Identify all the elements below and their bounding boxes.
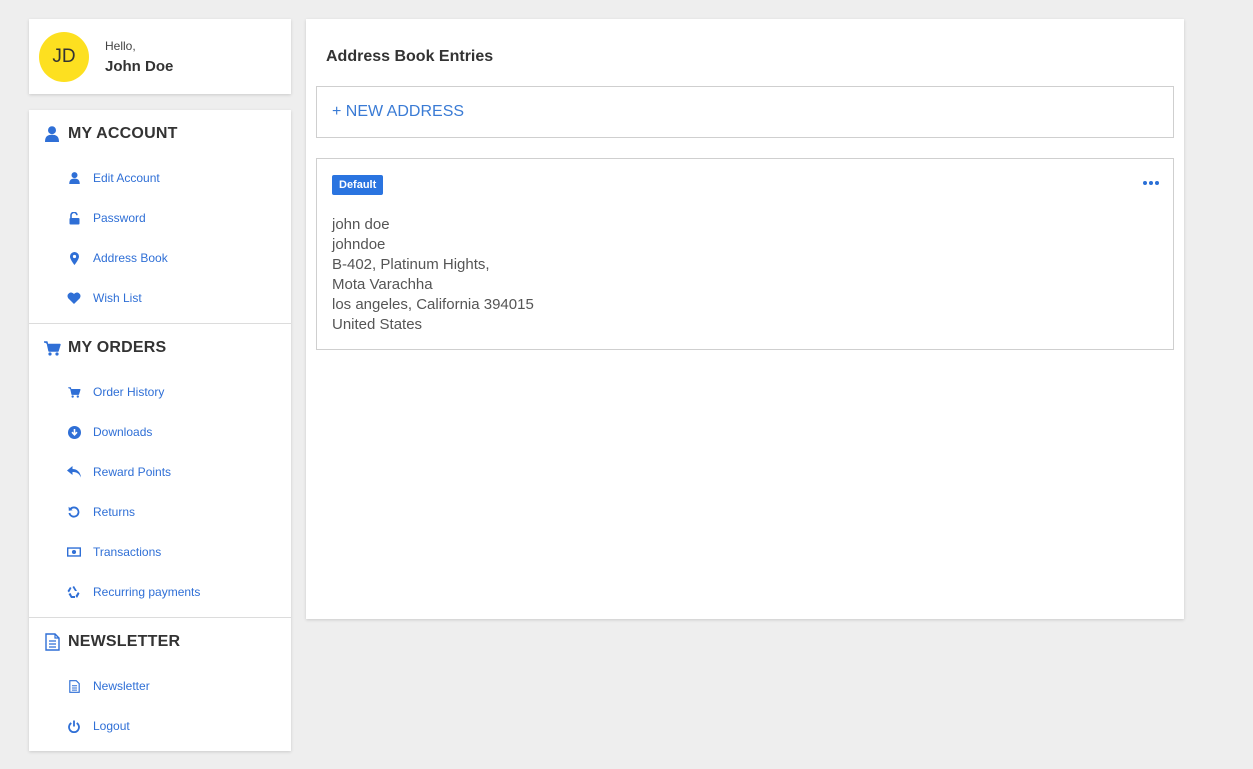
address-lines: john doe johndoe B-402, Platinum Hights,… (332, 215, 534, 335)
section-my-account: MY ACCOUNT Edit Account Password Address… (29, 110, 291, 324)
sidebar-item-label: Edit Account (93, 171, 160, 185)
page-title: Address Book Entries (326, 48, 494, 65)
address-line: Mota Varachha (332, 276, 433, 293)
sidebar-item-reward-points[interactable]: Reward Points (29, 452, 291, 492)
sidebar-item-label: Address Book (93, 251, 168, 265)
sidebar-item-transactions[interactable]: Transactions (29, 532, 291, 572)
sidebar-item-label: Recurring payments (93, 585, 201, 599)
recycle-icon (67, 585, 81, 599)
document-icon (67, 679, 81, 693)
greeting-text: Hello, (105, 39, 136, 53)
sidebar-item-label: Newsletter (93, 679, 150, 693)
section-my-orders: MY ORDERS Order History Downloads Reward… (29, 324, 291, 618)
section-title-newsletter: NEWSLETTER (68, 633, 181, 650)
new-address-button[interactable]: + NEW ADDRESS (316, 86, 1174, 138)
undo-icon (67, 505, 81, 519)
user-icon (67, 171, 81, 185)
section-title-my-account: MY ACCOUNT (68, 125, 178, 142)
sidebar-item-downloads[interactable]: Downloads (29, 412, 291, 452)
section-header-newsletter: NEWSLETTER (29, 618, 291, 666)
sidebar-item-label: Reward Points (93, 465, 172, 479)
address-line: los angeles, California 394015 (332, 296, 534, 313)
user-icon (43, 125, 61, 143)
sidebar-item-logout[interactable]: Logout (29, 706, 291, 746)
account-menu: MY ACCOUNT Edit Account Password Address… (29, 110, 291, 751)
sidebar-item-recurring-payments[interactable]: Recurring payments (29, 572, 291, 612)
sidebar-item-label: Logout (93, 719, 130, 733)
section-title-my-orders: MY ORDERS (68, 339, 167, 356)
document-icon (43, 633, 61, 651)
address-card: Default john doe johndoe B-402, Platinum… (316, 158, 1174, 350)
sidebar-item-label: Returns (93, 505, 136, 519)
avatar: JD (39, 31, 89, 82)
sidebar-item-edit-account[interactable]: Edit Account (29, 158, 291, 198)
default-badge: Default (332, 175, 384, 195)
sidebar: JD Hello, John Doe MY ACCOUNT Edit Accou… (29, 19, 291, 751)
cart-icon (67, 385, 81, 399)
address-line: johndoe (332, 236, 386, 253)
user-greeting-block: Hello, John Doe (105, 38, 173, 75)
user-name: John Doe (105, 58, 174, 75)
power-icon (67, 719, 81, 733)
section-newsletter: NEWSLETTER Newsletter Logout (29, 618, 291, 751)
user-card: JD Hello, John Doe (29, 19, 291, 94)
address-line: United States (332, 316, 423, 333)
sidebar-item-address-book[interactable]: Address Book (29, 238, 291, 278)
money-icon (67, 545, 81, 559)
sidebar-item-label: Transactions (93, 545, 162, 559)
sidebar-item-label: Password (93, 211, 146, 225)
address-line: john doe (332, 216, 390, 233)
cart-icon (43, 339, 61, 357)
section-header-my-account: MY ACCOUNT (29, 110, 291, 158)
sidebar-item-label: Wish List (93, 291, 142, 305)
sidebar-item-returns[interactable]: Returns (29, 492, 291, 532)
download-icon (67, 425, 81, 439)
section-header-my-orders: MY ORDERS (29, 324, 291, 372)
more-options-icon[interactable] (1143, 177, 1159, 189)
address-line: B-402, Platinum Hights, (332, 256, 490, 273)
address-book-panel: Address Book Entries + NEW ADDRESS Defau… (306, 19, 1184, 619)
map-marker-icon (67, 251, 81, 265)
sidebar-item-password[interactable]: Password (29, 198, 291, 238)
unlock-icon (67, 211, 81, 225)
sidebar-item-order-history[interactable]: Order History (29, 372, 291, 412)
sidebar-item-newsletter[interactable]: Newsletter (29, 666, 291, 706)
avatar-initials: JD (52, 45, 76, 67)
sidebar-item-label: Order History (93, 385, 165, 399)
heart-icon (67, 291, 81, 305)
sidebar-item-wish-list[interactable]: Wish List (29, 278, 291, 318)
sidebar-item-label: Downloads (93, 425, 153, 439)
reply-icon (67, 465, 81, 479)
